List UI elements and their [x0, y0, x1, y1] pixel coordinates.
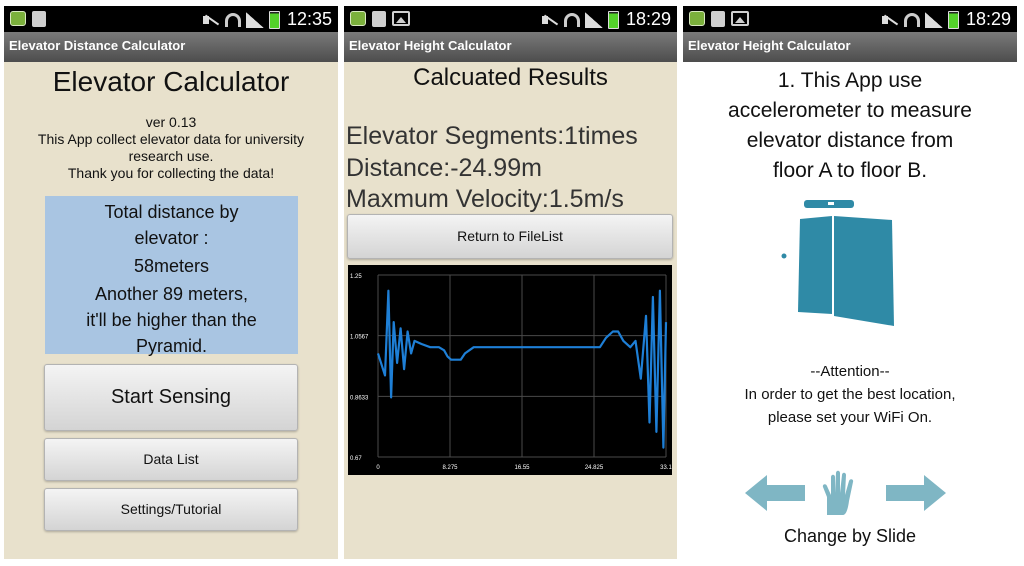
file-icon [372, 11, 386, 27]
chart-y-tick-label: 0.67 [350, 456, 362, 462]
slide-gesture-graphic [745, 470, 946, 515]
info-line: Pyramid. [135, 336, 207, 356]
status-time: 18:29 [965, 9, 1011, 29]
chart-y-tick-label: 0.8633 [350, 395, 369, 401]
app-description: ver 0.13 This App collect elevator data … [4, 114, 338, 182]
info-line: it'll be higher than the [86, 310, 257, 330]
wifi-icon [563, 12, 580, 27]
notification-icon [689, 11, 705, 26]
screen-results: 18:29 Elevator Height Calculator Calcuat… [344, 6, 677, 559]
attention-line: please set your WiFi On. [767, 409, 933, 426]
description-line: Thank you for collecting the data! [67, 165, 275, 181]
mute-icon [881, 13, 899, 27]
mute-icon [202, 13, 220, 27]
arrow-left-icon [745, 475, 805, 511]
battery-icon [607, 10, 619, 29]
description-line: research use. [128, 148, 214, 164]
image-icon [392, 11, 410, 26]
start-sensing-button[interactable]: Start Sensing [44, 364, 298, 431]
mute-icon [541, 13, 559, 27]
screen-main-menu: 12:35 Elevator Distance Calculator Eleva… [4, 6, 338, 559]
app-title-bar: Elevator Distance Calculator [4, 32, 338, 62]
status-bar: 18:29 [683, 6, 1017, 32]
arrow-right-icon [886, 475, 946, 511]
acceleration-chart: 1.25 1.0567 0.8633 0.67 0 8.275 16.55 24.825 33.… [348, 265, 672, 475]
battery-icon [268, 10, 280, 29]
app-title-bar: Elevator Height Calculator [344, 32, 677, 62]
image-icon [731, 11, 749, 26]
chart-y-tick-label: 1.25 [350, 274, 362, 280]
segments-result: Elevator Segments:1times [346, 122, 638, 150]
screen-tutorial[interactable]: 18:29 Elevator Height Calculator 1. This… [683, 6, 1017, 559]
data-list-button[interactable]: Data List [44, 438, 298, 481]
tutorial-line: accelerometer to measure [728, 99, 972, 122]
notification-icon [10, 11, 26, 26]
chart-x-tick-label: 24.825 [585, 465, 604, 471]
chart-x-tick-label: 0 [376, 465, 380, 471]
info-line: Another 89 meters, [94, 284, 249, 304]
file-icon [711, 11, 725, 27]
settings-tutorial-button[interactable]: Settings/Tutorial [44, 488, 298, 531]
signal-icon [584, 11, 603, 28]
tutorial-line: floor A to floor B. [772, 159, 928, 182]
tutorial-text: 1. This App use accelerometer to measure… [683, 66, 1017, 186]
chart-x-tick-label: 16.55 [514, 465, 530, 471]
chart-svg: 1.25 1.0567 0.8633 0.67 0 8.275 16.55 24.825 33.… [350, 274, 672, 471]
attention-line: In order to get the best location, [744, 386, 956, 403]
chart-y-tick-label: 1.0567 [350, 335, 369, 341]
return-to-filelist-button[interactable]: Return to FileList [347, 214, 673, 259]
battery-icon [947, 10, 959, 29]
notification-icon [350, 11, 366, 26]
status-time: 18:29 [625, 9, 671, 29]
elevator-door-icon [781, 200, 894, 326]
hand-icon [822, 470, 854, 515]
attention-note: --Attention-- In order to get the best l… [683, 360, 1017, 429]
chart-x-tick-label: 8.275 [442, 465, 458, 471]
wifi-icon [903, 12, 920, 27]
attention-title: --Attention-- [810, 363, 890, 380]
app-title-bar: Elevator Height Calculator [683, 32, 1017, 62]
slide-caption: Change by Slide [783, 526, 917, 546]
status-bar: 12:35 [4, 6, 338, 32]
signal-icon [245, 11, 264, 28]
distance-result: Distance:-24.99m [346, 154, 542, 182]
status-bar: 18:29 [344, 6, 677, 32]
tutorial-line: elevator distance from [746, 129, 954, 152]
description-line: This App collect elevator data for unive… [37, 131, 305, 147]
velocity-result: Maxmum Velocity:1.5m/s [346, 185, 624, 213]
chart-x-tick-label: 33.1 [660, 465, 672, 471]
results-heading: Calcuated Results [413, 64, 608, 91]
info-line: elevator : [134, 228, 209, 248]
status-time: 12:35 [286, 9, 332, 29]
file-icon [32, 11, 46, 27]
wifi-icon [224, 12, 241, 27]
tutorial-line: 1. This App use [777, 69, 923, 92]
version-label: ver 0.13 [145, 114, 197, 130]
info-distance-value: 58meters [133, 256, 210, 276]
page-title: Elevator Calculator [52, 66, 290, 97]
info-line: Total distance by [104, 202, 239, 222]
signal-icon [924, 11, 943, 28]
total-distance-box: Total distance by elevator : 58meters An… [45, 196, 298, 356]
